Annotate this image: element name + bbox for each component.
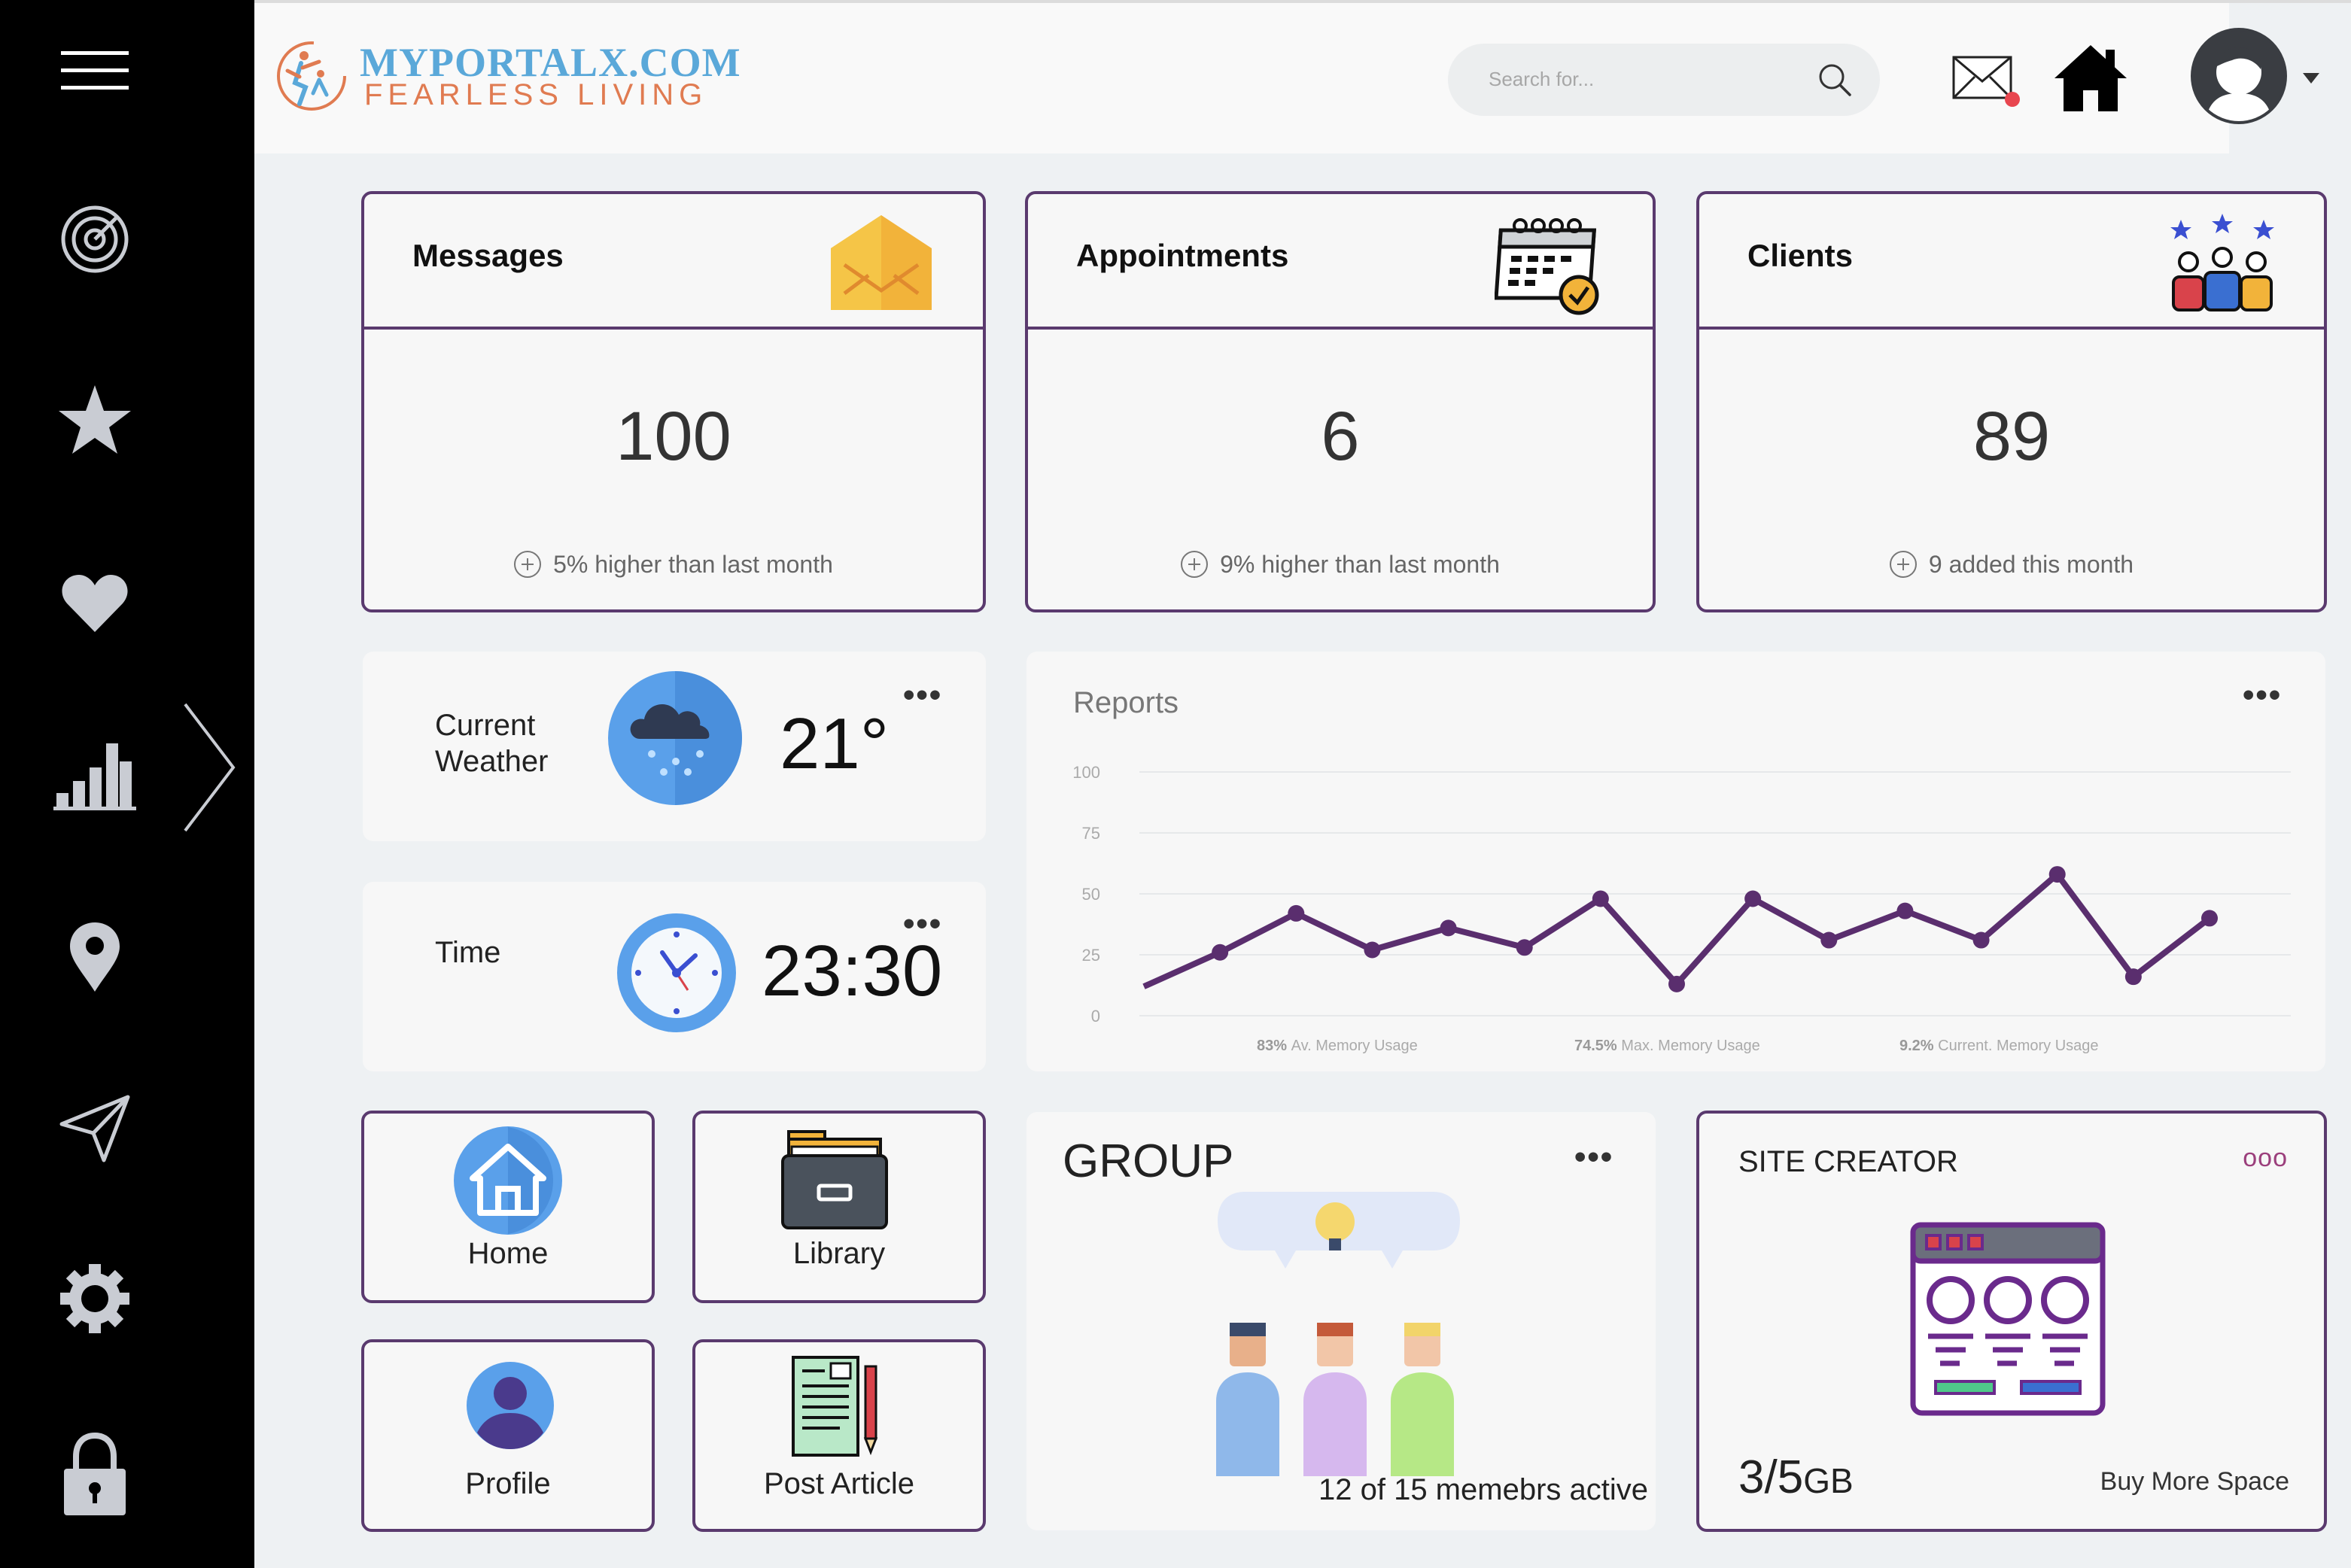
home-tile[interactable]: Home — [361, 1111, 655, 1303]
reports-card: Reports ••• 0 25 50 75 100 83% Av. Memory Usa… — [1026, 652, 2325, 1071]
data-point — [2048, 866, 2066, 883]
team-idea-icon — [1216, 1192, 1460, 1476]
y-tick-label: 50 — [1082, 885, 1100, 904]
data-point — [1516, 939, 1533, 956]
messages-value: 100 — [616, 398, 731, 475]
post-article-tile-label: Post Article — [763, 1467, 915, 1500]
data-point — [2124, 968, 2142, 986]
data-point — [1440, 919, 1457, 937]
y-tick-label: 0 — [1091, 1007, 1100, 1026]
site-creator-more-icon[interactable]: ooo — [2243, 1144, 2288, 1173]
appointments-note: 9% higher than last month — [1028, 550, 1653, 580]
data-point — [1972, 931, 1990, 949]
y-tick-label: 75 — [1082, 824, 1100, 843]
clients-value: 89 — [1972, 398, 2051, 475]
star-icon[interactable] — [50, 375, 140, 465]
plus-circle-icon — [1889, 550, 1917, 578]
temperature-value: 21° — [780, 703, 890, 784]
appointments-card[interactable]: Appointments 6 9% higher than last month — [1025, 191, 1656, 612]
profile-tile[interactable]: Profile — [361, 1339, 655, 1532]
data-point — [1896, 902, 1914, 919]
group-active-note: 12 of 15 memebrs active — [1318, 1473, 1648, 1506]
chart-footnote: 74.5% Max. Memory Usage — [1574, 1038, 1760, 1054]
clock-icon — [617, 913, 736, 1032]
filing-cabinet-icon — [781, 1130, 888, 1229]
home-tile-icon — [454, 1126, 562, 1235]
time-label: Time — [435, 936, 501, 969]
post-article-tile[interactable]: Post Article — [692, 1339, 986, 1532]
time-value: 23:30 — [762, 931, 943, 1011]
chevron-right-icon[interactable] — [181, 700, 241, 835]
y-tick-label: 100 — [1072, 763, 1100, 782]
group-card[interactable]: GROUP ••• 12 of 15 memebrs active — [1026, 1112, 1656, 1530]
snow-cloud-icon — [608, 671, 742, 805]
data-point — [1820, 931, 1838, 949]
search-input[interactable] — [1489, 60, 1790, 98]
messages-title: Messages — [412, 238, 564, 273]
data-point — [1668, 975, 1685, 992]
brand-subtitle: FEARLESS LIVING — [364, 78, 708, 111]
weather-label: Current Weather — [435, 709, 549, 778]
brand-logo-icon — [277, 41, 346, 111]
search-bar[interactable] — [1448, 44, 1880, 116]
library-tile-label: Library — [792, 1237, 886, 1270]
messages-note: 5% higher than last month — [364, 550, 983, 580]
mail-icon[interactable] — [1949, 53, 2024, 113]
data-point — [1212, 944, 1229, 961]
clients-icon — [2170, 214, 2274, 311]
article-icon — [792, 1356, 878, 1457]
data-point — [1364, 941, 1381, 959]
chart-footnote: 83% Av. Memory Usage — [1257, 1038, 1418, 1054]
calendar-icon — [1495, 218, 1599, 315]
gear-icon[interactable] — [50, 1253, 140, 1344]
plus-circle-icon — [514, 550, 542, 578]
time-more-icon[interactable]: ••• — [903, 907, 942, 940]
reports-line-chart: 0 25 50 75 100 83% Av. Memory Usage 74.5% Max.… — [1072, 763, 2291, 1054]
target-icon[interactable] — [50, 194, 140, 284]
library-tile[interactable]: Library — [692, 1111, 986, 1303]
time-widget: Time 23:30 ••• — [363, 882, 986, 1071]
notification-dot — [2005, 92, 2020, 107]
profile-tile-label: Profile — [465, 1467, 551, 1500]
series-line — [1142, 871, 2212, 989]
website-builder-icon — [1910, 1222, 2106, 1416]
data-point — [1592, 890, 1609, 907]
top-header: MYPORTALX.COM FEARLESS LIVING — [254, 3, 2229, 153]
clients-title: Clients — [1747, 238, 1854, 273]
appointments-title: Appointments — [1076, 238, 1289, 273]
weather-widget: Current Weather 21° ••• — [363, 652, 986, 841]
caret-down-icon[interactable] — [2301, 71, 2321, 86]
appointments-value: 6 — [1321, 398, 1360, 475]
heart-icon[interactable] — [50, 558, 140, 649]
home-icon[interactable] — [2053, 42, 2128, 114]
clients-card[interactable]: Clients 89 9 added this month — [1696, 191, 2327, 612]
profile-icon — [467, 1362, 554, 1449]
bar-chart-icon[interactable] — [50, 730, 140, 820]
avatar[interactable] — [2190, 27, 2288, 125]
menu-icon[interactable] — [50, 26, 140, 116]
group-title: GROUP — [1063, 1135, 1234, 1187]
y-tick-label: 25 — [1082, 946, 1100, 965]
buy-more-space-link[interactable]: Buy More Space — [2100, 1467, 2289, 1497]
envelope-icon — [831, 215, 932, 310]
search-icon[interactable] — [1817, 62, 1853, 98]
site-creator-title: SITE CREATOR — [1738, 1145, 1958, 1178]
data-point — [2201, 910, 2218, 927]
lock-icon[interactable] — [50, 1430, 140, 1520]
data-point — [1288, 904, 1305, 922]
clients-note: 9 added this month — [1699, 550, 2324, 580]
site-creator-card[interactable]: SITE CREATOR ooo 3/5GB Buy More Space — [1696, 1111, 2327, 1532]
location-pin-icon[interactable] — [50, 912, 140, 1002]
messages-card[interactable]: Messages 100 5% higher than last month — [361, 191, 986, 612]
plus-circle-icon — [1181, 550, 1209, 578]
weather-more-icon[interactable]: ••• — [903, 679, 942, 712]
sidebar — [0, 0, 254, 1568]
storage-usage: 3/5GB — [1738, 1451, 1854, 1503]
chart-footnote: 9.2% Current. Memory Usage — [1899, 1038, 2099, 1054]
home-tile-label: Home — [467, 1237, 549, 1270]
group-more-icon[interactable]: ••• — [1574, 1141, 1613, 1174]
send-icon[interactable] — [50, 1083, 140, 1174]
data-point — [1744, 890, 1762, 907]
